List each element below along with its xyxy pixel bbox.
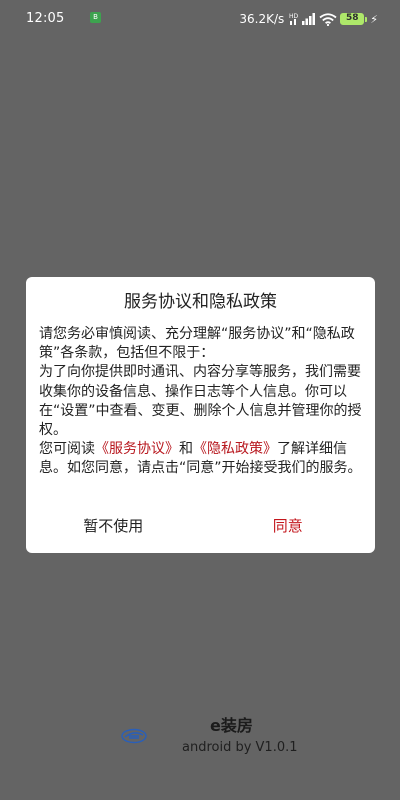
links-and-text: 和 xyxy=(179,441,193,458)
app-version: android by V1.0.1 xyxy=(182,740,298,755)
dialog-title: 服务协议和隐私政策 xyxy=(124,292,277,312)
signal-icon xyxy=(302,13,316,25)
charging-icon: ⚡ xyxy=(370,12,378,26)
decline-button[interactable]: 暂不使用 xyxy=(26,497,201,553)
dialog-paragraph-links: 您可阅读《服务协议》和《隐私政策》了解详细信息。如您同意，请点击“同意”开始接受… xyxy=(39,440,365,478)
network-speed: 36.2K/s xyxy=(239,12,285,26)
dialog-body: 请您务必审慎阅读、充分理解“服务协议”和“隐私政策”各条款，包括但不限于： 为了… xyxy=(39,325,365,479)
wifi-icon xyxy=(319,12,337,26)
status-indicators: 36.2K/s HD 58 ⚡ xyxy=(239,10,378,28)
splash-brand: e装房 android by V1.0.1 xyxy=(0,712,400,772)
agree-button[interactable]: 同意 xyxy=(201,497,376,553)
svg-text:HD: HD xyxy=(289,13,299,20)
service-agreement-link[interactable]: 《服务协议》 xyxy=(95,441,179,457)
status-time: 12:05 xyxy=(26,11,65,26)
dialog-paragraph-intro: 请您务必审慎阅读、充分理解“服务协议”和“隐私政策”各条款，包括但不限于： xyxy=(39,326,355,362)
hd-signal-icon: HD xyxy=(289,13,299,25)
app-name: e装房 xyxy=(210,716,253,735)
privacy-policy-link[interactable]: 《隐私政策》 xyxy=(193,441,277,457)
status-bar: 12:05 B 36.2K/s HD 58 ⚡ xyxy=(0,0,400,40)
dialog-paragraph-data-collection: 为了向你提供即时通讯、内容分享等服务，我们需要收集你的设备信息、操作日志等个人信… xyxy=(39,364,362,439)
notification-icon: B xyxy=(90,12,101,23)
privacy-consent-dialog: 服务协议和隐私政策 请您务必审慎阅读、充分理解“服务协议”和“隐私政策”各条款，… xyxy=(26,277,375,553)
links-prefix-text: 您可阅读 xyxy=(39,441,95,458)
dialog-button-bar: 暂不使用 同意 xyxy=(26,497,375,553)
battery-icon: 58 xyxy=(340,13,368,25)
e-zhuangfang-logo-icon xyxy=(121,728,147,744)
